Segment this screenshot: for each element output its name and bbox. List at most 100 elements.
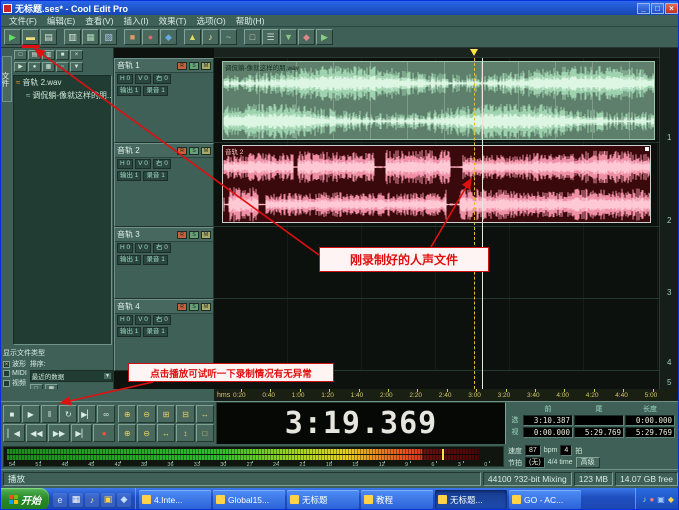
tempo-value[interactable]: 4 [560, 445, 573, 456]
start-button[interactable]: 开始 [1, 488, 49, 509]
mute-button[interactable]: M [201, 146, 211, 155]
panel-button[interactable]: ▦ [42, 62, 55, 72]
io-value[interactable]: 输出 1 [117, 327, 142, 337]
zoom-button[interactable]: ↕ [176, 424, 195, 442]
taskbar-task[interactable]: GO - AC... [509, 490, 581, 509]
solo-button[interactable]: S [189, 302, 199, 311]
mute-button[interactable]: M [201, 61, 211, 70]
toolbar-button[interactable]: ~ [220, 29, 237, 45]
level-meter[interactable]: 54 51 48 45 42 39 36 33 30 27 24 21 18 15 12 9 6 3 0 [3, 446, 504, 468]
media-player-icon[interactable]: ♪ [85, 492, 99, 507]
io-value[interactable]: 录音 1 [143, 171, 168, 181]
taskbar-task[interactable]: Global15... [213, 490, 285, 509]
io-value[interactable]: 输出 1 [117, 255, 142, 265]
track-name[interactable]: 音轨 3 [117, 229, 175, 240]
param-value[interactable]: V 0 [135, 243, 151, 253]
toolbar-button[interactable]: ▦ [82, 29, 99, 45]
zoom-button[interactable]: ⊖ [137, 424, 156, 442]
record-arm-button[interactable]: R [177, 146, 187, 155]
param-value[interactable]: 右 0 [152, 243, 171, 253]
param-value[interactable]: 右 0 [152, 159, 171, 169]
toolbar-button[interactable]: ▲ [184, 29, 201, 45]
checkbox[interactable] [3, 379, 10, 387]
transport-button[interactable]: ↻ [59, 405, 78, 423]
timeline-ruler-scale[interactable]: hms 0:20 0:40 1:00 1:20 1:40 2:00 2:20 2:40 3:00 3… [214, 389, 678, 401]
zoom-button[interactable]: ⊕ [118, 405, 137, 423]
menu-item-帮助(H)[interactable]: 帮助(H) [232, 15, 269, 27]
param-value[interactable]: H 0 [117, 243, 134, 253]
panel-button[interactable]: ▶ [14, 62, 27, 72]
filetype-option[interactable]: × 波形 [3, 359, 27, 369]
advanced-button[interactable]: 高级 [575, 457, 600, 468]
track-name[interactable]: 音轨 1 [117, 60, 175, 71]
record-arm-button[interactable]: R [177, 61, 187, 70]
io-value[interactable]: 录音 1 [143, 86, 168, 96]
zoom-button[interactable]: ↔ [156, 424, 176, 442]
clip-handle[interactable] [645, 147, 649, 151]
messenger-icon[interactable]: ◆ [668, 495, 674, 504]
solo-button[interactable]: S [189, 61, 199, 70]
panel-button[interactable]: ▥ [42, 50, 55, 60]
param-value[interactable]: V 0 [135, 159, 151, 169]
param-value[interactable]: V 0 [135, 74, 151, 84]
solo-button[interactable]: S [189, 146, 199, 155]
panel-button[interactable]: ■ [56, 50, 69, 60]
minimize-button[interactable]: _ [637, 2, 650, 14]
record-arm-button[interactable]: R [177, 302, 187, 311]
transport-button[interactable]: ▶▏ [70, 424, 93, 442]
panel-button[interactable]: ~ [56, 62, 69, 72]
filetype-option[interactable]: 视频 [3, 378, 27, 388]
toolbar-button[interactable]: ◆ [298, 29, 315, 45]
toolbar-button[interactable]: ▼ [280, 29, 297, 45]
internet-explorer-icon[interactable]: e [53, 492, 67, 507]
panel-button[interactable]: ● [28, 62, 41, 72]
file-item[interactable]: ≈ 调侃躺-像就这样的朋... [14, 89, 111, 102]
tempo-value[interactable]: (无) [525, 457, 545, 468]
track-index-strip[interactable]: 1 2 3 4 5 [659, 48, 678, 389]
menu-item-编辑(E)[interactable]: 编辑(E) [43, 15, 79, 27]
audio-clip-vocal[interactable]: 音轨 2 [222, 145, 651, 223]
toolbar-button[interactable]: ▶ [4, 29, 21, 45]
record-button[interactable]: ● [93, 424, 115, 442]
toolbar-button[interactable]: ▥ [64, 29, 81, 45]
toolbar-button[interactable]: □ [244, 29, 261, 45]
sort-dropdown[interactable]: 最近的数据 ▼ [29, 370, 113, 382]
menu-item-插入(I)[interactable]: 插入(I) [120, 15, 153, 27]
transport-button[interactable]: ◀◀ [25, 424, 48, 442]
toolbar-button[interactable]: ■ [124, 29, 141, 45]
transport-button[interactable]: ▶▶ [48, 424, 70, 442]
panel-button[interactable]: × [70, 50, 83, 60]
param-value[interactable]: 右 0 [152, 315, 171, 325]
io-value[interactable]: 录音 1 [143, 327, 168, 337]
checkbox[interactable] [3, 370, 10, 377]
track-name[interactable]: 音轨 4 [117, 301, 175, 312]
toolbar-button[interactable]: ▬ [22, 29, 39, 45]
zoom-button[interactable]: □ [195, 424, 215, 442]
toolbar-button[interactable]: ▧ [100, 29, 117, 45]
io-value[interactable]: 录音 1 [143, 255, 168, 265]
zoom-button[interactable]: ↔ [195, 405, 215, 423]
maximize-button[interactable]: □ [651, 2, 664, 14]
files-tab[interactable]: 文件 [1, 56, 12, 102]
folder-icon[interactable]: ▣ [101, 492, 115, 507]
close-button[interactable]: × [665, 2, 678, 14]
taskbar-task[interactable]: 无标题... [435, 490, 507, 509]
menu-item-效果(T)[interactable]: 效果(T) [155, 15, 191, 27]
taskbar-task[interactable]: 教程 [361, 490, 433, 509]
io-value[interactable]: 输出 1 [117, 86, 142, 96]
transport-button[interactable]: ▏◀ [3, 424, 25, 442]
param-value[interactable]: V 0 [135, 315, 151, 325]
timeline-marker-strip[interactable] [214, 48, 659, 58]
checkbox[interactable]: × [3, 360, 10, 368]
transport-button[interactable]: ‖ [40, 405, 59, 423]
show-desktop-icon[interactable]: ▦ [69, 492, 83, 507]
toolbar-button[interactable]: ▤ [40, 29, 57, 45]
transport-button[interactable]: ∞ [97, 405, 115, 423]
zoom-button[interactable]: ⊖ [137, 405, 156, 423]
track-lane[interactable]: 调侃躺-像就这样的朋.wav [214, 58, 659, 143]
toolbar-button[interactable]: ▶ [316, 29, 333, 45]
zoom-button[interactable]: ⊟ [176, 405, 195, 423]
stop-button[interactable]: ■ [3, 405, 21, 423]
menu-item-选项(O)[interactable]: 选项(O) [192, 15, 229, 27]
taskbar-task[interactable]: 4.Inte... [139, 490, 211, 509]
